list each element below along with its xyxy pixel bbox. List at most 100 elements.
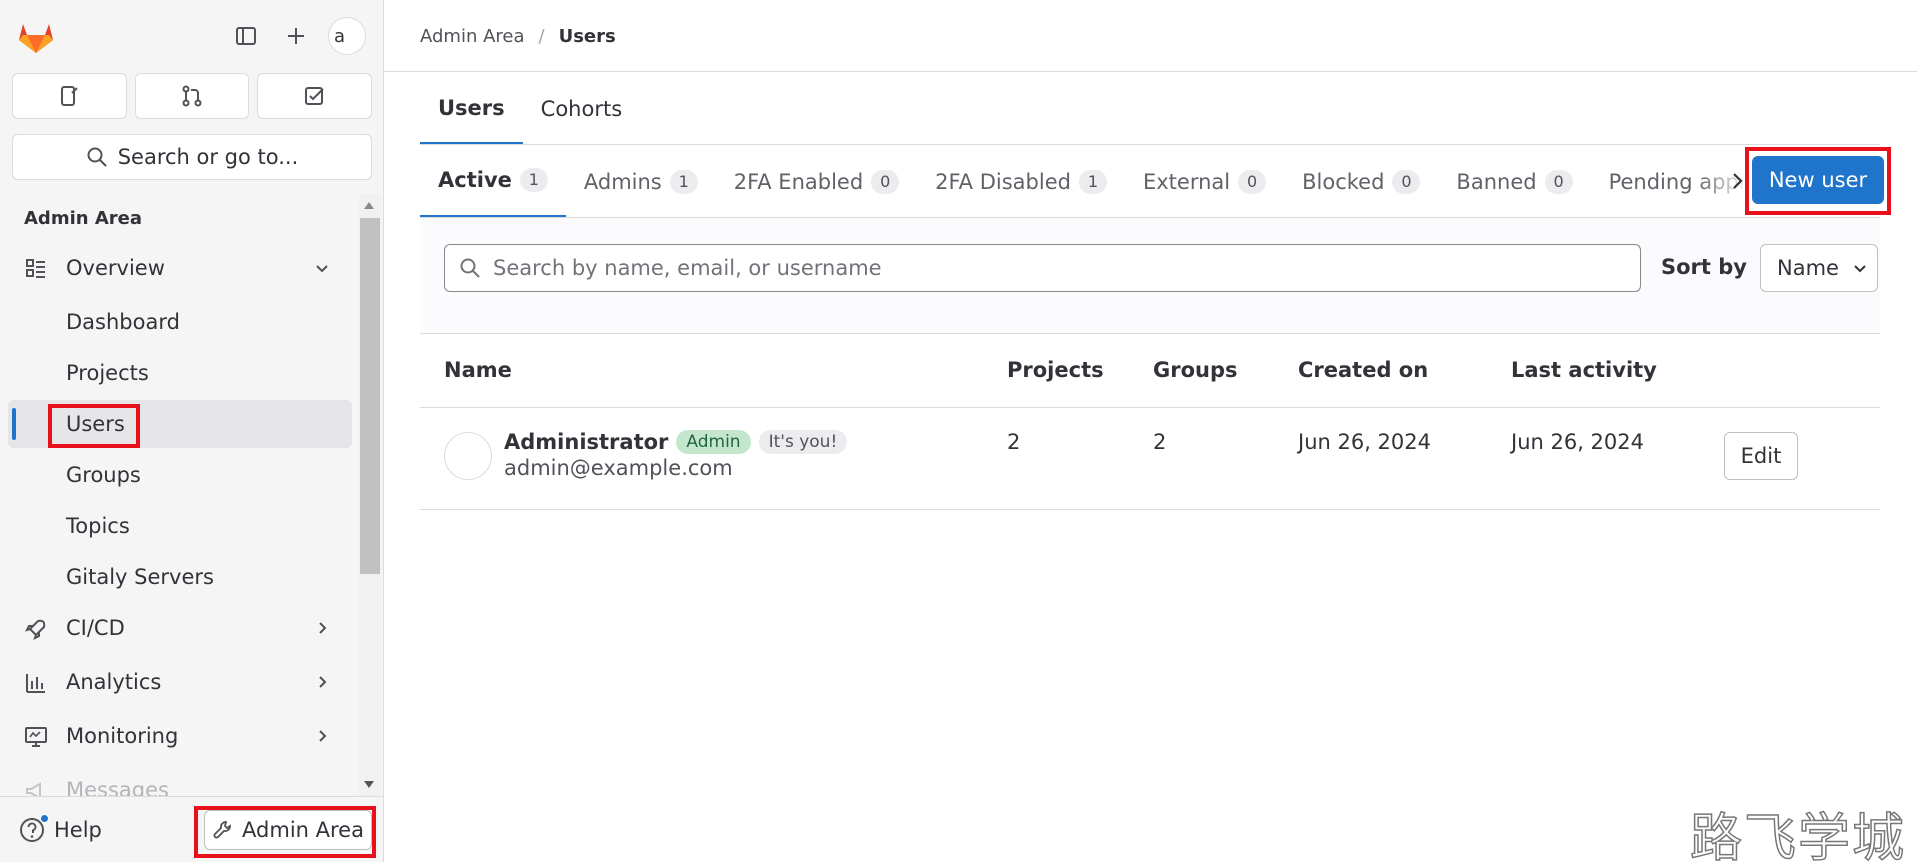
sidebar-item-label: Messages [66, 778, 169, 796]
sidebar-item-label: Analytics [66, 670, 162, 694]
sidebar-item-projects[interactable]: Projects [8, 349, 352, 397]
sidebar-item-gitaly-servers[interactable]: Gitaly Servers [8, 553, 352, 601]
user-search-input[interactable]: Search by name, email, or username [444, 244, 1641, 292]
chevron-down-icon [1854, 265, 1866, 273]
filter-bar: Search by name, email, or username Sort … [420, 218, 1880, 334]
page-tabs: Users Cohorts [420, 73, 640, 145]
count-badge: 1 [1078, 169, 1107, 194]
tab-banned[interactable]: Banned 0 [1438, 145, 1590, 218]
its-you-badge: It's you! [758, 430, 848, 454]
gitlab-logo[interactable] [16, 16, 56, 56]
help-button[interactable]: Help [18, 813, 102, 847]
breadcrumb-users[interactable]: Users [559, 26, 616, 47]
cell-groups: 2 [1153, 430, 1167, 454]
sidebar-item-topics[interactable]: Topics [8, 502, 352, 550]
count-badge: 1 [669, 169, 698, 194]
sidebar-nav: Admin Area Overview Dashboard Projects U… [0, 194, 358, 796]
chevron-down-icon [316, 265, 328, 273]
sidebar-header: a [0, 0, 383, 74]
quick-actions [12, 73, 373, 121]
admin-area-button[interactable]: Admin Area [204, 810, 372, 850]
cell-created-on: Jun 26, 2024 [1298, 430, 1432, 454]
user-email: admin@example.com [504, 456, 733, 480]
sidebar-item-label: CI/CD [66, 616, 125, 640]
new-user-button[interactable]: New user [1752, 156, 1884, 204]
merge-request-icon [182, 85, 202, 107]
tab-active[interactable]: Active 1 [420, 145, 566, 218]
tab-label: Admins [583, 169, 662, 194]
tab-2fa-enabled[interactable]: 2FA Enabled 0 [716, 145, 917, 218]
count-badge: 0 [1392, 169, 1421, 194]
tab-cohorts[interactable]: Cohorts [523, 73, 640, 145]
chevron-right-icon[interactable] [1724, 168, 1750, 194]
sidebar: a Search or go to... Admin Area Overview… [0, 0, 384, 862]
breadcrumb-admin-area[interactable]: Admin Area [420, 26, 525, 47]
divider [420, 509, 1880, 510]
chevron-right-icon [319, 622, 327, 634]
search-icon [87, 147, 107, 167]
sidebar-scrollbar[interactable] [359, 194, 381, 796]
sidebar-item-label: Monitoring [66, 724, 179, 748]
sidebar-item-cicd[interactable]: CI/CD [8, 604, 352, 652]
sidebar-item-overview[interactable]: Overview [8, 244, 352, 292]
sidebar-item-analytics[interactable]: Analytics [8, 658, 352, 706]
table-row: Administrator Admin It's you! admin@exam… [420, 334, 1880, 510]
search-placeholder: Search by name, email, or username [493, 256, 882, 280]
merge-requests-button[interactable] [134, 73, 250, 119]
help-icon [18, 814, 49, 844]
create-new-icon[interactable] [278, 18, 314, 54]
search-icon [460, 258, 480, 278]
sidebar-item-messages[interactable]: Messages [8, 766, 352, 796]
rocket-icon [25, 619, 46, 640]
sidebar-item-label: Projects [66, 361, 149, 385]
sidebar-item-label: Overview [66, 256, 165, 280]
todo-icon [304, 87, 324, 105]
sidebar-item-monitoring[interactable]: Monitoring [8, 712, 352, 760]
search-label: Search or go to... [117, 145, 299, 169]
sidebar-toggle-icon[interactable] [228, 18, 264, 54]
watermark: 路飞学城 [1689, 808, 1907, 862]
users-table: Name Projects Groups Created on Last act… [420, 334, 1880, 510]
todos-button[interactable] [257, 73, 373, 119]
tab-external[interactable]: External 0 [1125, 145, 1284, 218]
sidebar-item-users[interactable]: Users [8, 400, 352, 448]
scroll-up-arrow[interactable] [364, 202, 374, 209]
user-avatar[interactable]: a [328, 17, 366, 55]
megaphone-icon [26, 782, 41, 796]
chevron-right-icon [319, 730, 327, 742]
sort-label: Sort by [1661, 255, 1747, 279]
count-badge: 0 [1544, 169, 1573, 194]
tab-label: External [1142, 169, 1231, 194]
sidebar-item-dashboard[interactable]: Dashboard [8, 298, 352, 346]
wrench-icon [213, 821, 231, 839]
notification-dot [40, 814, 49, 823]
sidebar-item-label: Groups [66, 463, 141, 487]
count-badge: 0 [1238, 169, 1267, 194]
breadcrumb: Admin Area / Users [420, 26, 616, 47]
issues-button[interactable] [12, 73, 127, 119]
cell-last-activity: Jun 26, 2024 [1511, 430, 1645, 454]
main-content: Admin Area / Users Users Cohorts Active 1… [384, 0, 1917, 862]
tab-2fa-disabled[interactable]: 2FA Disabled 1 [917, 145, 1125, 218]
tab-label: Blocked [1302, 169, 1385, 194]
sidebar-item-groups[interactable]: Groups [8, 451, 352, 499]
count-badge: 1 [519, 168, 548, 192]
scroll-down-arrow[interactable] [364, 781, 374, 788]
chevron-right-icon [319, 676, 327, 688]
user-name-line: Administrator Admin It's you! [504, 430, 848, 454]
user-name-link[interactable]: Administrator [504, 430, 668, 454]
tab-blocked[interactable]: Blocked 0 [1284, 145, 1438, 218]
edit-button[interactable]: Edit [1724, 432, 1798, 480]
sidebar-search-button[interactable]: Search or go to... [12, 134, 372, 180]
tab-admins[interactable]: Admins 1 [566, 145, 716, 218]
admin-badge: Admin [676, 430, 751, 454]
user-filter-tabs: Active 1 Admins 1 2FA Enabled 0 2FA Disable… [420, 145, 1782, 218]
tab-label: 2FA Enabled [733, 169, 864, 194]
tab-users[interactable]: Users [420, 73, 523, 145]
sidebar-item-label: Topics [66, 514, 130, 538]
sort-dropdown[interactable]: Name [1760, 244, 1878, 292]
scroll-thumb[interactable] [360, 218, 380, 574]
count-badge: 0 [871, 169, 900, 194]
top-bar: Admin Area / Users [384, 0, 1917, 72]
avatar[interactable] [444, 432, 492, 480]
